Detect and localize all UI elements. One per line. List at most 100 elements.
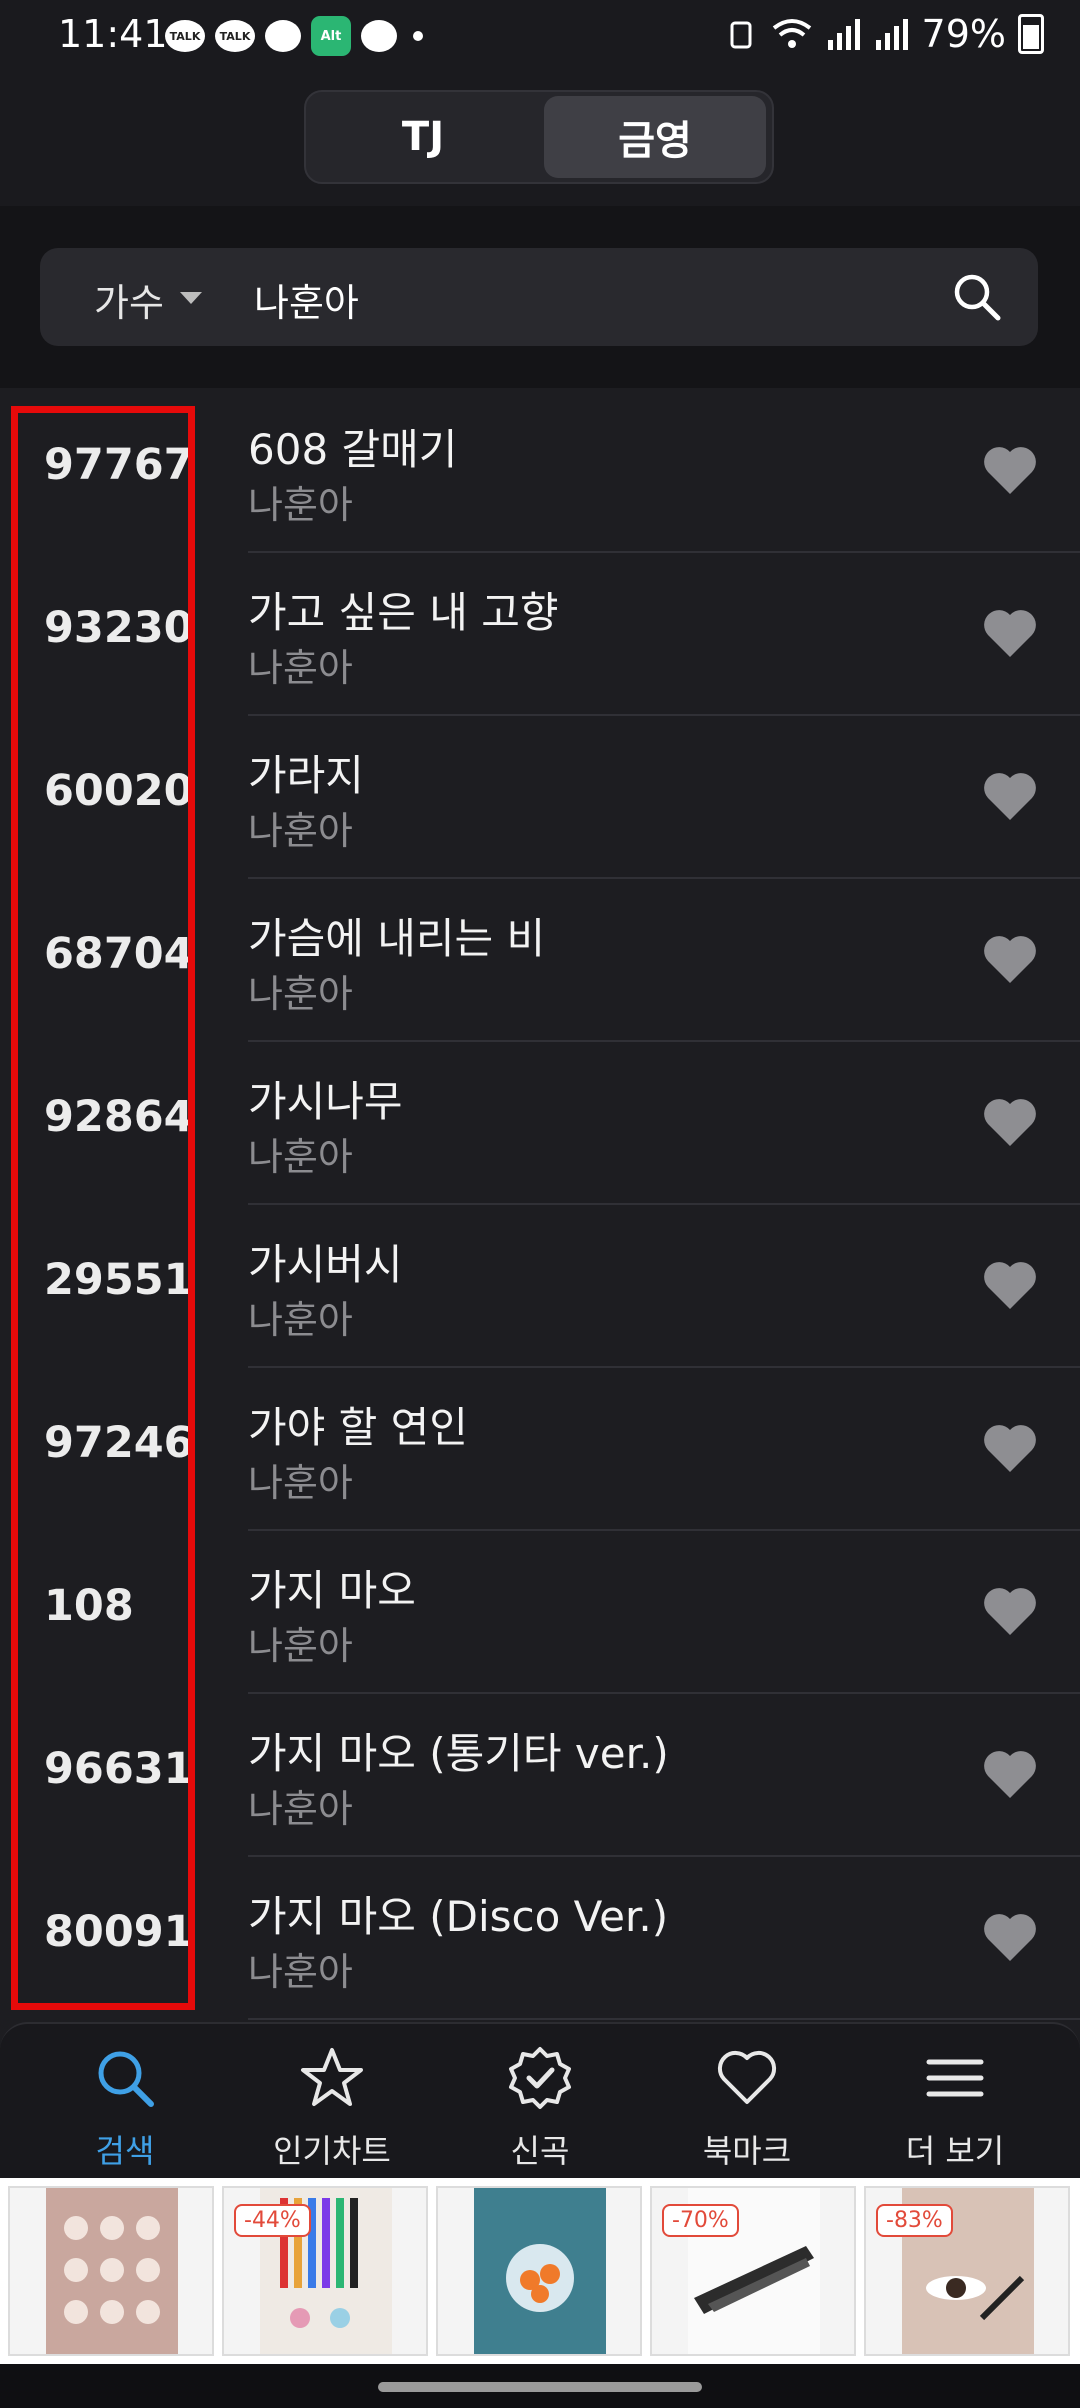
song-row[interactable]: 60020 가라지 나훈아 — [0, 716, 1080, 879]
bookmark-heart-icon[interactable] — [982, 1911, 1038, 1963]
search-input[interactable]: 나훈아 — [254, 272, 359, 327]
song-artist: 나훈아 — [248, 1624, 353, 1668]
menu-icon — [926, 2059, 984, 2097]
song-artist: 나훈아 — [248, 1135, 353, 1179]
search-area: 가수 나훈아 — [0, 206, 1080, 388]
karaoke-brand-toggle: TJ 금영 — [304, 90, 774, 184]
song-title: 가라지 — [248, 751, 364, 800]
song-number: 96631 — [44, 1744, 194, 1794]
nav-label: 검색 — [95, 2132, 155, 2170]
ad-product-item[interactable] — [436, 2186, 642, 2356]
bookmark-heart-icon[interactable] — [982, 1096, 1038, 1148]
home-gesture-handle[interactable] — [378, 2382, 702, 2392]
song-title: 가고 싶은 내 고향 — [248, 588, 559, 637]
more-notifications-icon — [413, 31, 423, 41]
song-row[interactable]: 96631 가지 마오 (통기타 ver.) 나훈아 — [0, 1694, 1080, 1857]
nav-label: 인기차트 — [273, 2132, 391, 2170]
song-title: 가지 마오 — [248, 1566, 416, 1615]
ad-product-item[interactable]: -70% — [650, 2186, 856, 2356]
signal-icon — [875, 19, 908, 50]
discount-badge: -83% — [876, 2204, 953, 2237]
kakaotalk-icon: TALK — [165, 20, 205, 52]
song-title: 가시나무 — [248, 1077, 403, 1126]
nav-label: 더 보기 — [905, 2132, 1005, 2170]
notification-icons: TALK TALK Alt — [165, 16, 423, 56]
bookmark-heart-icon[interactable] — [982, 933, 1038, 985]
song-artist: 나훈아 — [248, 809, 353, 853]
song-number: 29551 — [44, 1255, 194, 1305]
song-number: 108 — [44, 1581, 134, 1631]
new-badge-icon — [509, 2047, 571, 2109]
recycle-icon — [730, 21, 752, 49]
song-title: 가슴에 내리는 비 — [248, 914, 546, 963]
song-artist: 나훈아 — [248, 1950, 353, 1994]
song-title: 가시버시 — [248, 1240, 403, 1289]
nav-popular-chart[interactable]: 인기차트 — [232, 2046, 432, 2172]
bookmark-heart-icon[interactable] — [982, 1748, 1038, 1800]
discount-badge: -44% — [234, 2204, 311, 2237]
divider — [248, 2018, 1080, 2020]
ad-banner[interactable]: -44% -70% -83% — [0, 2178, 1080, 2364]
status-time: 11:41 — [58, 12, 168, 56]
weather-icon — [361, 20, 397, 52]
song-row[interactable]: 92864 가시나무 나훈아 — [0, 1042, 1080, 1205]
bookmark-heart-icon[interactable] — [982, 770, 1038, 822]
search-filter-select[interactable]: 가수 — [94, 272, 164, 327]
song-row[interactable]: 97767 608 갈매기 나훈아 — [0, 390, 1080, 553]
song-row[interactable]: 93230 가고 싶은 내 고향 나훈아 — [0, 553, 1080, 716]
tab-tj[interactable]: TJ — [312, 96, 534, 178]
song-title: 가지 마오 (Disco Ver.) — [248, 1892, 669, 1941]
nav-label: 신곡 — [510, 2132, 570, 2170]
song-row[interactable]: 97246 가야 할 연인 나훈아 — [0, 1368, 1080, 1531]
song-title: 가지 마오 (통기타 ver.) — [248, 1729, 669, 1778]
song-row[interactable]: 29551 가시버시 나훈아 — [0, 1205, 1080, 1368]
song-row[interactable]: 80091 가지 마오 (Disco Ver.) 나훈아 — [0, 1857, 1080, 2020]
tab-kumyoung[interactable]: 금영 — [544, 96, 766, 178]
discount-badge: -70% — [662, 2204, 739, 2237]
ad-product-item[interactable] — [8, 2186, 214, 2356]
status-bar: 11:41 TALK TALK Alt 79% — [0, 0, 1080, 72]
bookmark-heart-icon[interactable] — [982, 1585, 1038, 1637]
dropdown-caret-icon[interactable] — [180, 292, 202, 304]
signal-icon — [827, 19, 860, 50]
nav-bookmarks[interactable]: 북마크 — [647, 2046, 847, 2172]
wifi-icon — [772, 19, 811, 48]
song-artist: 나훈아 — [248, 483, 353, 527]
song-number: 80091 — [44, 1907, 194, 1957]
gesture-bar-area — [0, 2364, 1080, 2408]
heart-icon — [718, 2050, 776, 2104]
kakaotalk-icon: TALK — [215, 20, 255, 52]
search-icon — [98, 2051, 154, 2107]
search-icon[interactable] — [950, 270, 1004, 324]
song-title: 가야 할 연인 — [248, 1403, 468, 1452]
bookmark-heart-icon[interactable] — [982, 1422, 1038, 1474]
bookmark-heart-icon[interactable] — [982, 1259, 1038, 1311]
nav-search[interactable]: 검색 — [25, 2046, 225, 2172]
song-artist: 나훈아 — [248, 972, 353, 1016]
song-artist: 나훈아 — [248, 1461, 353, 1505]
song-number: 92864 — [44, 1092, 194, 1142]
top-bar: TJ 금영 — [0, 72, 1080, 208]
nav-label: 북마크 — [702, 2132, 792, 2170]
song-artist: 나훈아 — [248, 1787, 353, 1831]
song-number: 93230 — [44, 603, 194, 653]
song-row[interactable]: 108 가지 마오 나훈아 — [0, 1531, 1080, 1694]
nav-new-songs[interactable]: 신곡 — [440, 2046, 640, 2172]
song-list: 97767 608 갈매기 나훈아 93230 가고 싶은 내 고향 나훈아 6… — [0, 390, 1080, 2022]
product-image — [46, 2188, 178, 2354]
star-icon — [301, 2048, 363, 2106]
bookmark-heart-icon[interactable] — [982, 607, 1038, 659]
song-number: 60020 — [44, 766, 194, 816]
nav-more[interactable]: 더 보기 — [855, 2046, 1055, 2172]
chat-icon — [265, 20, 301, 52]
ad-product-item[interactable]: -44% — [222, 2186, 428, 2356]
battery-icon — [1018, 14, 1044, 54]
song-artist: 나훈아 — [248, 1298, 353, 1342]
status-indicators: 79% — [724, 12, 1044, 56]
song-row[interactable]: 68704 가슴에 내리는 비 나훈아 — [0, 879, 1080, 1042]
song-number: 68704 — [44, 929, 194, 979]
song-number: 97767 — [44, 440, 194, 490]
ad-product-item[interactable]: -83% — [864, 2186, 1070, 2356]
bookmark-heart-icon[interactable] — [982, 444, 1038, 496]
bottom-navigation: 검색 인기차트 신곡 북마크 더 보기 — [0, 2022, 1080, 2180]
